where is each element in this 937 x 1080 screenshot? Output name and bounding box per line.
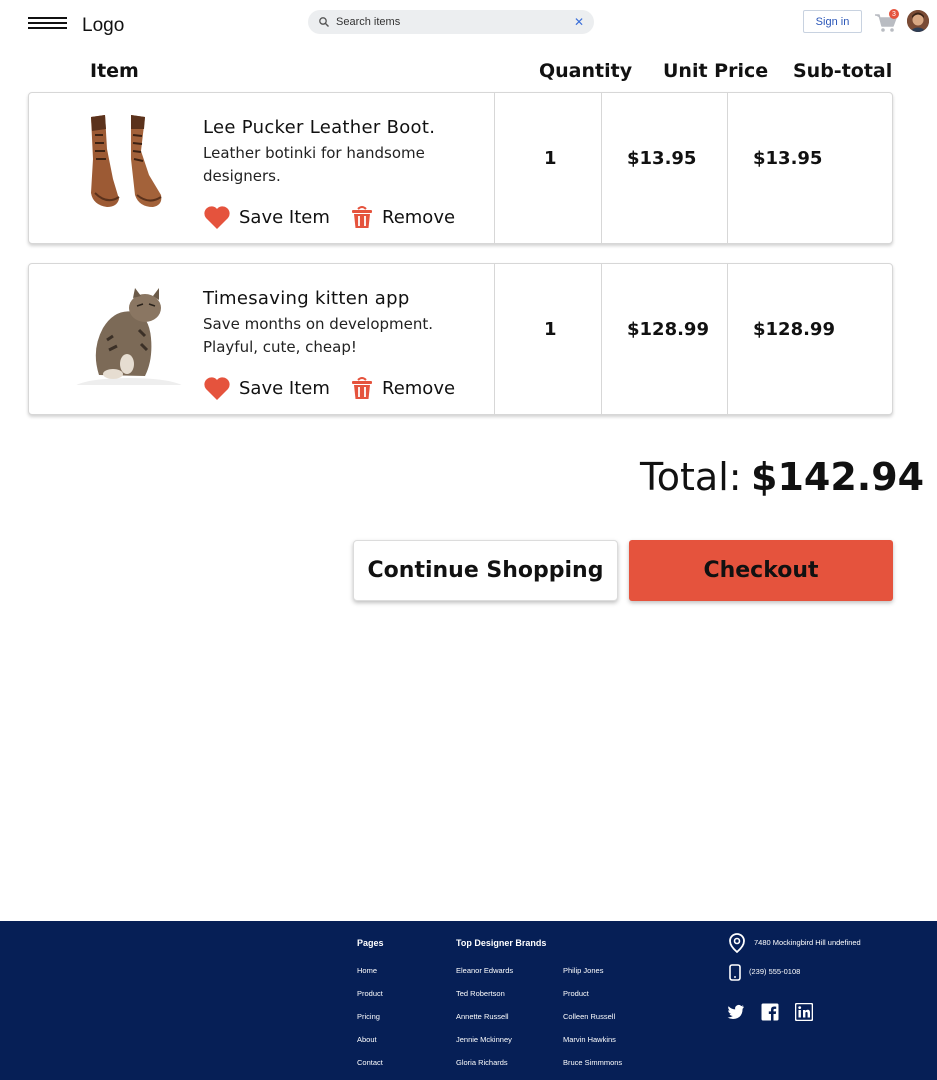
item-quantity[interactable]: 1 — [544, 319, 557, 340]
column-header-unit-price: Unit Price — [663, 60, 769, 82]
footer-brand-link[interactable]: Marvin Hawkins — [563, 1035, 616, 1044]
footer-brands-heading: Top Designer Brands — [456, 938, 547, 948]
item-description-line: designers. — [203, 167, 281, 185]
footer-brand-link[interactable]: Ted Robertson — [456, 989, 505, 998]
cart-count-badge: 3 — [889, 9, 899, 19]
remove-label: Remove — [382, 377, 456, 399]
save-item-button[interactable]: Save Item — [203, 205, 330, 230]
total-label: Total: — [640, 455, 742, 499]
footer-phone: (239) 555-0108 — [749, 967, 801, 976]
twitter-icon[interactable] — [727, 1003, 745, 1021]
facebook-icon[interactable] — [761, 1003, 779, 1021]
search-icon — [319, 17, 329, 27]
item-unit-price: $13.95 — [627, 148, 697, 169]
column-header-item: Item — [90, 60, 139, 82]
cart-item-row: Timesaving kitten app Save months on dev… — [28, 263, 893, 415]
item-description-line: Playful, cute, cheap! — [203, 338, 357, 356]
item-description: Save months on development. Playful, cut… — [203, 313, 473, 359]
footer-brand-link[interactable]: Annette Russell — [456, 1012, 509, 1021]
linkedin-icon[interactable] — [795, 1003, 813, 1021]
footer-address: 7480 Mockingbird Hill undefined — [754, 938, 861, 947]
trash-icon — [352, 206, 372, 228]
footer-brand-link[interactable]: Gloria Richards — [456, 1058, 508, 1067]
remove-button[interactable]: Remove — [350, 376, 455, 400]
trash-icon — [352, 377, 372, 399]
footer-link-product[interactable]: Product — [357, 989, 383, 998]
avatar[interactable] — [907, 10, 929, 32]
item-title[interactable]: Lee Pucker Leather Boot. — [203, 117, 435, 138]
logo[interactable]: Logo — [82, 15, 124, 37]
item-subtotal: $128.99 — [753, 319, 835, 340]
footer-link-home[interactable]: Home — [357, 966, 377, 975]
column-header-quantity: Quantity — [539, 60, 633, 82]
total-value: $142.94 — [751, 455, 925, 499]
save-item-label: Save Item — [239, 378, 330, 399]
heart-icon — [204, 206, 230, 229]
save-item-label: Save Item — [239, 207, 330, 228]
cart-icon[interactable]: 3 — [874, 9, 899, 34]
item-description-line: Leather botinki for handsome — [203, 144, 425, 162]
footer-brand-link[interactable]: Philip Jones — [563, 966, 603, 975]
footer-link-pricing[interactable]: Pricing — [357, 1012, 380, 1021]
location-pin-icon — [729, 933, 745, 953]
close-icon[interactable]: ✕ — [574, 15, 584, 29]
search-input[interactable] — [336, 16, 574, 28]
footer-brand-link[interactable]: Bruce Simmmons — [563, 1058, 622, 1067]
phone-icon — [729, 964, 741, 981]
item-unit-price: $128.99 — [627, 319, 709, 340]
item-description-line: Save months on development. — [203, 315, 434, 333]
item-subtotal: $13.95 — [753, 148, 823, 169]
footer-pages-heading: Pages — [357, 938, 384, 948]
footer-brand-link[interactable]: Product — [563, 989, 589, 998]
footer-link-about[interactable]: About — [357, 1035, 377, 1044]
save-item-button[interactable]: Save Item — [203, 376, 330, 401]
item-quantity[interactable]: 1 — [544, 148, 557, 169]
footer-brand-link[interactable]: Jennie Mckinney — [456, 1035, 512, 1044]
kitten-image — [69, 280, 184, 385]
footer-link-contact[interactable]: Contact — [357, 1058, 383, 1067]
boot-image — [69, 109, 184, 214]
heart-icon — [204, 377, 230, 400]
continue-shopping-button[interactable]: Continue Shopping — [353, 540, 618, 601]
footer-brand-link[interactable]: Eleanor Edwards — [456, 966, 513, 975]
item-description: Leather botinki for handsome designers. — [203, 142, 473, 188]
search-bar[interactable]: ✕ — [308, 10, 594, 34]
footer: Pages Home Product Pricing About Contact… — [0, 921, 937, 1080]
menu-icon[interactable] — [28, 17, 67, 33]
column-header-subtotal: Sub-total — [793, 60, 893, 82]
remove-label: Remove — [382, 206, 456, 228]
item-title[interactable]: Timesaving kitten app — [203, 288, 410, 309]
cart-item-row: Lee Pucker Leather Boot. Leather botinki… — [28, 92, 893, 244]
remove-button[interactable]: Remove — [350, 205, 455, 229]
checkout-button[interactable]: Checkout — [629, 540, 893, 601]
footer-brand-link[interactable]: Colleen Russell — [563, 1012, 615, 1021]
sign-in-button[interactable]: Sign in — [803, 10, 862, 33]
